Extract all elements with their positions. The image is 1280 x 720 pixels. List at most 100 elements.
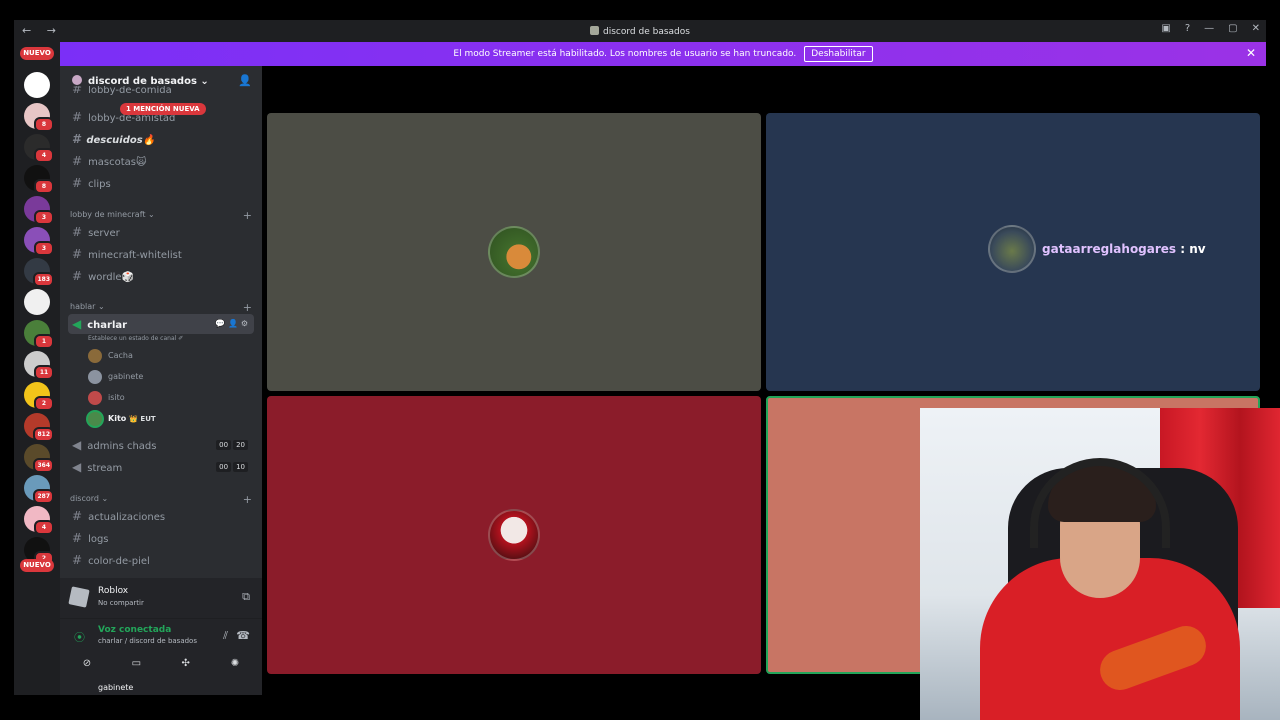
unread-badge: 183 (33, 272, 54, 287)
add-channel-icon[interactable]: + (243, 493, 252, 506)
avatar (88, 369, 102, 384)
hash-icon: # (72, 225, 83, 239)
signal-icon[interactable]: ⦿ (74, 629, 85, 645)
hash-icon: # (72, 176, 83, 190)
close-button[interactable]: ✕ (1252, 23, 1260, 34)
server-icon[interactable]: 4 (24, 134, 54, 163)
user-tag-text: EUT (140, 415, 156, 423)
channel-label: lobby-de-comida (88, 86, 172, 96)
new-mention-badge[interactable]: 1 MENCIÓN NUEVA (120, 103, 206, 115)
camera-off-icon[interactable]: ⊘ (66, 655, 108, 673)
soundboard-icon[interactable]: ✺ (214, 655, 256, 673)
category-discord[interactable]: discord ⌄ + (70, 493, 252, 506)
avatar (88, 348, 102, 363)
add-channel-icon[interactable]: + (243, 301, 252, 314)
channel-label: admins chads (87, 441, 157, 452)
hash-icon: # (72, 154, 83, 168)
category-hablar[interactable]: hablar ⌄ + (70, 301, 252, 314)
server-icon[interactable]: 2 (24, 382, 54, 411)
speaking-indicator: gataarreglahogares : nv (988, 225, 1206, 273)
unread-badge: 2 (34, 396, 54, 411)
noise-suppression-icon[interactable]: ⫽ (223, 629, 228, 643)
server-icon[interactable]: 3 (24, 196, 54, 225)
channel-logs[interactable]: # logs (68, 528, 254, 548)
server-icon[interactable]: 3 (24, 227, 54, 256)
hash-icon: # (72, 509, 83, 523)
server-icon[interactable]: 11 (24, 351, 54, 380)
channel-mascotas[interactable]: # mascotas🙀 (68, 151, 254, 171)
voice-channel-admins-chads[interactable]: ◀ admins chads 00 20 (68, 435, 254, 455)
channel-label: charlar (87, 320, 128, 331)
voice-channel-stream[interactable]: ◀ stream 00 10 (68, 457, 254, 477)
channel-clips[interactable]: # clips (68, 173, 254, 193)
unread-badge: 364 (33, 458, 54, 473)
voice-status[interactable]: Establece un estado de canal ✐ (88, 335, 183, 342)
channel-label: clips (88, 179, 111, 190)
server-icon[interactable]: 812 (24, 413, 54, 442)
inbox-icon[interactable]: ▣ (1161, 23, 1170, 34)
unread-badge: 4 (34, 520, 54, 535)
participant-tile[interactable] (267, 396, 761, 674)
titlebar: ← → discord de basados ▣ ? — ▢ ✕ (14, 20, 1266, 42)
voice-user[interactable]: Kito 👑 EUT (88, 411, 156, 427)
channel-actualizaciones[interactable]: # actualizaciones (68, 506, 254, 526)
maximize-button[interactable]: ▢ (1228, 23, 1237, 34)
server-icon[interactable]: 8 (24, 165, 54, 194)
activities-icon[interactable]: ✣ (165, 655, 207, 673)
server-rail: NUEVO 84833183111281236428742 NUEVO (14, 42, 60, 695)
voice-state[interactable]: Voz conectada (98, 625, 171, 635)
channel-label: minecraft-whitelist (88, 250, 182, 261)
banner-text: El modo Streamer está habilitado. Los no… (453, 49, 797, 59)
channel-server[interactable]: # server (68, 222, 254, 242)
voice-channel-charlar[interactable]: ◀ charlar 💬 👤 ⚙ (68, 314, 254, 334)
channel-wordle[interactable]: # wordle🎲 (68, 266, 254, 286)
screen-share-icon[interactable]: ▭ (115, 655, 157, 673)
channel-minecraft-whitelist[interactable]: # minecraft-whitelist (68, 244, 254, 264)
minimize-button[interactable]: — (1204, 23, 1214, 34)
participant-avatar (488, 226, 540, 278)
channel-color-de-piel[interactable]: # color-de-piel (68, 550, 254, 570)
server-icon[interactable]: 4 (24, 506, 54, 535)
speaker-icon: ◀ (72, 317, 82, 331)
disconnect-icon[interactable]: ☎ (236, 629, 250, 642)
channel-lobby-de-comida[interactable]: # lobby-de-comida (68, 86, 254, 98)
participant-tile[interactable] (267, 113, 761, 391)
server-icon[interactable] (24, 289, 50, 315)
server-icon[interactable]: 1 (24, 320, 54, 349)
user-panel[interactable]: gabinete (60, 678, 262, 695)
category-label: lobby de minecraft (70, 210, 146, 219)
server-icon[interactable]: 8 (24, 103, 54, 132)
channel-descuidos[interactable]: # descuidos🔥 (68, 129, 254, 149)
voice-user[interactable]: Cacha (88, 348, 133, 364)
add-channel-icon[interactable]: + (243, 209, 252, 222)
speaker-name-line: gataarreglahogares : nv (1042, 242, 1206, 256)
server-icon[interactable]: 364 (24, 444, 54, 473)
share-screen-icon[interactable]: ⧉ (242, 590, 250, 604)
participant-avatar (988, 225, 1036, 273)
speaker-icon: ◀ (72, 438, 82, 452)
roblox-icon (68, 586, 90, 608)
server-icon[interactable]: 287 (24, 475, 54, 504)
hash-icon: # (72, 132, 81, 146)
channel-label: wordle🎲 (88, 272, 135, 283)
voice-connection-panel: ⦿ Voz conectada charlar / discord de bas… (60, 618, 262, 678)
category-minecraft[interactable]: lobby de minecraft ⌄ + (70, 209, 252, 222)
banner-close-icon[interactable]: ✕ (1246, 46, 1256, 60)
voice-location[interactable]: charlar / discord de basados (98, 637, 197, 645)
server-icon[interactable]: 183 (24, 258, 54, 287)
user-counter: 00 20 (216, 440, 248, 450)
counter-current: 00 (216, 440, 232, 450)
channel-label: stream (87, 463, 123, 474)
participant-tile[interactable]: gataarreglahogares : nv (766, 113, 1260, 391)
window-title: discord de basados (14, 26, 1266, 37)
avatar (88, 390, 102, 405)
voice-user[interactable]: gabinete (88, 369, 143, 385)
speaker-icon: ◀ (72, 460, 82, 474)
disable-streamer-button[interactable]: Deshabilitar (804, 46, 873, 62)
unread-badge: 4 (34, 148, 54, 163)
help-icon[interactable]: ? (1185, 23, 1190, 34)
channel-actions[interactable]: 💬 👤 ⚙ (215, 314, 248, 334)
server-icon[interactable] (24, 72, 50, 98)
voice-user[interactable]: isito (88, 390, 125, 406)
unread-badge: 812 (33, 427, 54, 442)
